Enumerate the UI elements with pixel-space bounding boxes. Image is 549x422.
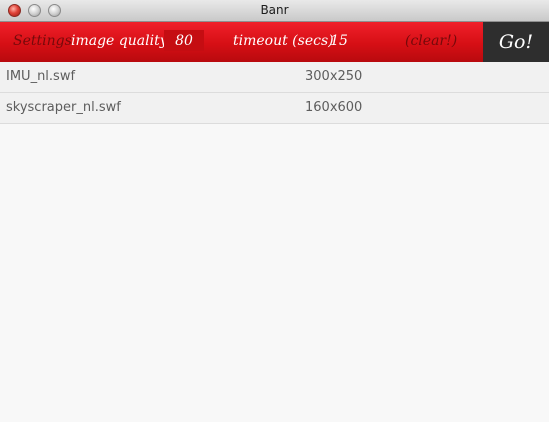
settings-toolbar: Settings image quality timeout (secs) (c… bbox=[0, 22, 549, 62]
timeout-input[interactable] bbox=[322, 30, 356, 51]
file-row[interactable]: skyscraper_nl.swf 160x600 bbox=[0, 93, 549, 124]
settings-label: Settings bbox=[13, 33, 72, 49]
file-name: skyscraper_nl.swf bbox=[6, 100, 121, 115]
clear-button[interactable]: (clear!) bbox=[405, 32, 457, 50]
file-list: IMU_nl.swf 300x250 skyscraper_nl.swf 160… bbox=[0, 62, 549, 124]
window-title: Banr bbox=[260, 3, 289, 17]
image-quality-label: image quality bbox=[71, 33, 168, 49]
image-quality-input[interactable] bbox=[164, 30, 204, 51]
file-row[interactable]: IMU_nl.swf 300x250 bbox=[0, 62, 549, 93]
file-dimensions: 160x600 bbox=[305, 100, 363, 115]
window-titlebar: Banr bbox=[0, 0, 549, 22]
go-button[interactable]: Go! bbox=[483, 22, 549, 62]
file-name: IMU_nl.swf bbox=[6, 69, 76, 84]
file-dimensions: 300x250 bbox=[305, 69, 363, 84]
timeout-label: timeout (secs) bbox=[233, 33, 334, 49]
